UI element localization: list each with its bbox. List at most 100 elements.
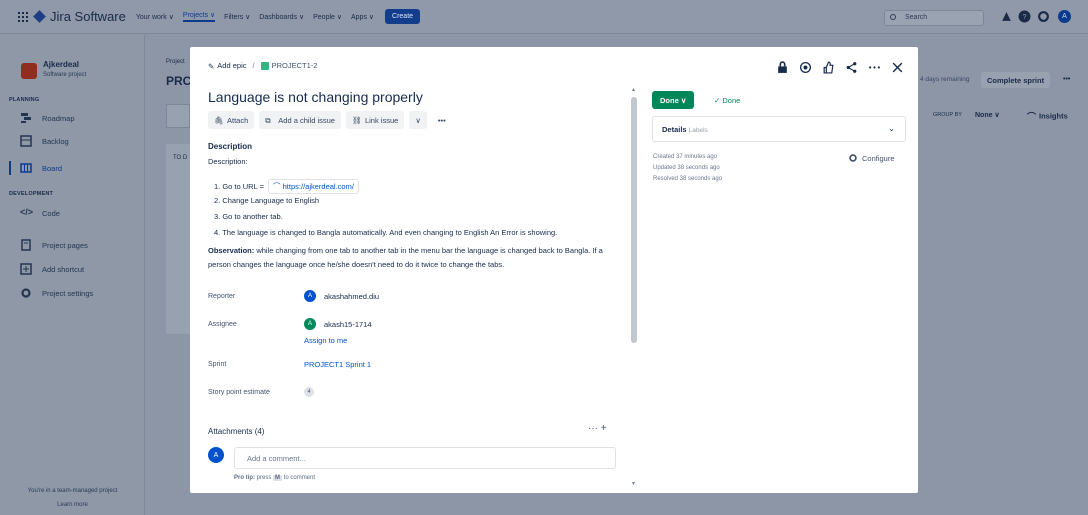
paperclip-icon: 🖇 bbox=[214, 115, 224, 125]
nav-dashboards[interactable]: Dashboards ∨ bbox=[259, 13, 304, 21]
sidebar-item-roadmap[interactable]: Roadmap bbox=[20, 108, 138, 128]
nav-projects[interactable]: Projects ∨ bbox=[182, 11, 216, 22]
sidebar-item-label: Roadmap bbox=[42, 113, 75, 123]
like-icon[interactable] bbox=[822, 61, 835, 74]
observation-paragraph[interactable]: Observation: while changing from one tab… bbox=[208, 244, 608, 272]
reporter-field[interactable]: Aakashahmed.diu bbox=[304, 290, 379, 302]
backlog-icon bbox=[20, 135, 32, 147]
gear-icon bbox=[849, 154, 857, 162]
assign-to-me-link[interactable]: Assign to me bbox=[304, 336, 347, 345]
comment-avatar: A bbox=[208, 447, 224, 463]
add-child-label: Add a child issue bbox=[278, 115, 335, 125]
attachments-heading[interactable]: Attachments (4) bbox=[208, 427, 264, 436]
assignee-field[interactable]: Aakash15-1714 bbox=[304, 318, 372, 330]
share-icon[interactable] bbox=[845, 61, 858, 74]
step-1[interactable]: 1. Go to URL = ⌒ https://ajkerdeal.com/ bbox=[214, 179, 359, 194]
pro-tip-suffix: to comment bbox=[282, 475, 316, 481]
updated-time: Updated 38 seconds ago bbox=[653, 165, 720, 171]
sprint-value[interactable]: PROJECT1 Sprint 1 bbox=[304, 360, 371, 369]
scrollbar-thumb[interactable] bbox=[631, 97, 637, 343]
search-icon bbox=[890, 14, 896, 20]
more-actions-button[interactable]: ••• bbox=[432, 111, 452, 129]
modal-header-actions bbox=[766, 61, 904, 74]
sidebar-item-add-shortcut[interactable]: Add shortcut bbox=[20, 259, 138, 279]
breadcrumb-separator: / bbox=[252, 61, 255, 71]
app-switcher-icon[interactable] bbox=[18, 11, 28, 22]
attachments-actions[interactable]: ··· + bbox=[588, 423, 607, 434]
group-by-select[interactable]: None ∨ bbox=[975, 111, 1000, 119]
chevron-down-icon[interactable]: ⌄ bbox=[888, 124, 895, 133]
url-link[interactable]: ⌒ https://ajkerdeal.com/ bbox=[268, 179, 359, 194]
configure-button[interactable]: Configure bbox=[848, 153, 895, 163]
page-icon bbox=[21, 239, 31, 251]
section-planning: PLANNING bbox=[9, 97, 40, 103]
link-issue-label: Link issue bbox=[364, 115, 399, 125]
add-child-issue-button[interactable]: ⧉ Add a child issue bbox=[259, 111, 341, 129]
brand-name[interactable]: Jira Software bbox=[50, 9, 126, 24]
sidebar-item-project-settings[interactable]: Project settings bbox=[20, 283, 138, 303]
description-heading: Description bbox=[208, 142, 253, 151]
nav-filters[interactable]: Filters ∨ bbox=[224, 13, 250, 21]
sidebar-item-backlog[interactable]: Backlog bbox=[20, 131, 138, 151]
avatar: A bbox=[304, 318, 316, 330]
pro-tip: Pro tip: press M to comment bbox=[234, 475, 315, 481]
step-3[interactable]: 3. Go to another tab. bbox=[214, 212, 283, 221]
notifications-icon[interactable] bbox=[1000, 10, 1013, 23]
issue-main-column: Description Description: 1. Go to URL = … bbox=[190, 137, 630, 493]
more-icon[interactable] bbox=[868, 61, 881, 74]
days-remaining: 4 days remaining bbox=[920, 76, 970, 83]
board-icon bbox=[20, 163, 32, 173]
details-panel[interactable]: Details Labels ⌄ bbox=[652, 116, 906, 142]
lock-icon[interactable] bbox=[776, 61, 789, 74]
attach-button[interactable]: 🖇 Attach bbox=[208, 111, 255, 129]
status-button[interactable]: Done ∨ bbox=[652, 91, 695, 109]
nav-your-work[interactable]: Your work ∨ bbox=[136, 13, 174, 21]
create-button[interactable]: Create bbox=[385, 9, 421, 24]
scroll-up-icon[interactable]: ▲ bbox=[631, 87, 636, 93]
issue-title[interactable]: Language is not changing properly bbox=[208, 89, 423, 105]
roadmap-icon bbox=[21, 113, 31, 123]
story-icon bbox=[260, 61, 269, 70]
nav-apps[interactable]: Apps ∨ bbox=[351, 13, 374, 21]
details-label: Details bbox=[662, 125, 687, 134]
child-issue-icon: ⧉ bbox=[265, 115, 271, 125]
reporter-name: akashahmed.diu bbox=[324, 291, 380, 301]
add-epic-link[interactable]: ✎ Add epic bbox=[208, 61, 246, 71]
search-input[interactable]: Search bbox=[884, 10, 984, 26]
sidebar-item-board[interactable]: Board bbox=[20, 158, 138, 178]
board-more-button[interactable]: ••• bbox=[1063, 76, 1070, 83]
settings-icon[interactable] bbox=[1037, 10, 1050, 23]
step-4[interactable]: 4. The language is changed to Bangla aut… bbox=[214, 228, 557, 237]
watch-icon[interactable] bbox=[799, 61, 812, 74]
board-breadcrumb[interactable]: Project bbox=[166, 59, 185, 65]
link-issue-button[interactable]: ⛓ Link issue bbox=[345, 111, 405, 129]
help-icon[interactable]: ? bbox=[1018, 10, 1031, 23]
search-placeholder: Search bbox=[905, 14, 928, 21]
issue-key-link[interactable]: PROJECT1-2 bbox=[272, 61, 318, 70]
complete-sprint-button[interactable]: Complete sprint bbox=[981, 72, 1051, 88]
learn-more-link[interactable]: Learn more bbox=[0, 502, 145, 508]
user-avatar[interactable]: A bbox=[1058, 10, 1071, 23]
sidebar-item-project-pages[interactable]: Project pages bbox=[20, 235, 138, 255]
description-first-line[interactable]: Description: bbox=[208, 157, 248, 166]
story-point-label: Story point estimate bbox=[208, 389, 270, 396]
comment-input[interactable]: Add a comment... bbox=[234, 447, 616, 469]
gear-icon bbox=[21, 288, 31, 298]
jira-logo-icon bbox=[33, 10, 46, 23]
sidebar-item-code[interactable]: </> Code bbox=[20, 203, 138, 223]
nav-people[interactable]: People ∨ bbox=[313, 13, 342, 21]
section-development: DEVELOPMENT bbox=[9, 191, 54, 197]
project-avatar bbox=[21, 63, 37, 79]
project-name[interactable]: Ajkerdeal bbox=[43, 60, 79, 69]
insights-button[interactable]: ⌒ Insights bbox=[1021, 106, 1074, 122]
details-sub: Labels bbox=[688, 127, 708, 134]
board-search-box[interactable] bbox=[166, 104, 190, 128]
step-2[interactable]: 2. Change Language to English bbox=[214, 196, 319, 205]
pro-tip-label: Pro tip: bbox=[234, 475, 255, 481]
link-issue-dropdown[interactable]: ∨ bbox=[409, 111, 427, 129]
story-point-field[interactable]: 4 bbox=[304, 387, 314, 397]
story-point-badge: 4 bbox=[304, 387, 314, 397]
close-icon[interactable] bbox=[891, 61, 904, 74]
issue-breadcrumb: ✎ Add epic / PROJECT1-2 bbox=[208, 61, 317, 71]
scroll-down-icon[interactable]: ▼ bbox=[631, 481, 636, 487]
